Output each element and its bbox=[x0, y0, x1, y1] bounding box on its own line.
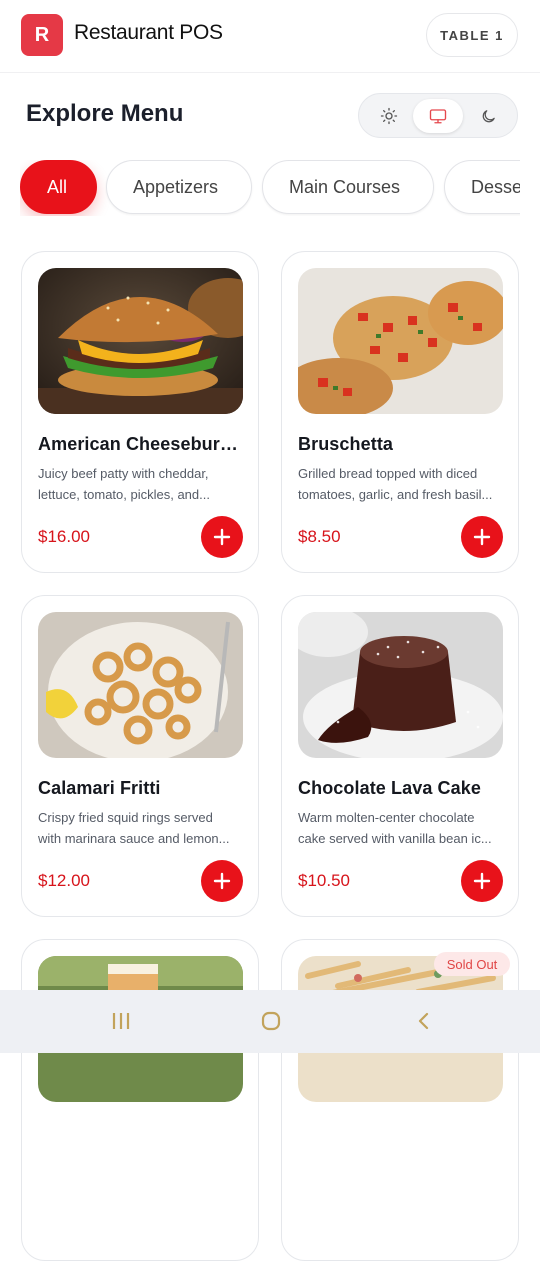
theme-light-button[interactable] bbox=[364, 99, 414, 133]
category-appetizers[interactable]: Appetizers bbox=[106, 160, 252, 214]
dish-image bbox=[38, 268, 243, 414]
dish-description: Crispy fried squid rings served with mari… bbox=[38, 810, 230, 846]
dish-name: American Cheeseburger bbox=[38, 434, 248, 454]
app-logo: R bbox=[21, 14, 63, 56]
theme-switcher bbox=[358, 93, 518, 138]
menu-card[interactable]: Calamari Fritti Crispy fried squid rings… bbox=[21, 595, 259, 917]
add-to-order-button[interactable] bbox=[201, 860, 243, 902]
dish-description: Juicy beef patty with cheddar, lettuce, t… bbox=[38, 466, 210, 502]
menu-card[interactable]: Bruschetta Grilled bread topped with dic… bbox=[281, 251, 519, 573]
plus-icon bbox=[473, 872, 491, 890]
dish-image bbox=[298, 612, 503, 758]
theme-system-button[interactable] bbox=[413, 99, 463, 133]
sun-icon bbox=[380, 107, 398, 125]
add-to-order-button[interactable] bbox=[461, 860, 503, 902]
dish-description: Warm molten-center chocolate cake served … bbox=[298, 810, 492, 846]
category-all[interactable]: All bbox=[20, 160, 97, 214]
add-to-order-button[interactable] bbox=[201, 516, 243, 558]
menu-card[interactable]: Sold Out bbox=[281, 939, 519, 1261]
page-title: Explore Menu bbox=[26, 100, 184, 127]
dish-name: Bruschetta bbox=[298, 434, 394, 454]
menu-card[interactable]: Chocolate Lava Cake Warm molten-center c… bbox=[281, 595, 519, 917]
plus-icon bbox=[213, 528, 231, 546]
dish-price: $12.00 bbox=[38, 871, 90, 890]
menu-card[interactable] bbox=[21, 939, 259, 1261]
menu-card[interactable]: American Cheeseburger Juicy beef patty w… bbox=[21, 251, 259, 573]
dish-image bbox=[38, 612, 243, 758]
recent-apps-icon bbox=[112, 1013, 130, 1029]
home-icon bbox=[261, 1011, 281, 1031]
dish-price: $10.50 bbox=[298, 871, 350, 890]
category-tabs: All Appetizers Main Courses Desserts bbox=[20, 160, 520, 216]
category-main-courses[interactable]: Main Courses bbox=[262, 160, 434, 214]
monitor-icon bbox=[429, 109, 447, 124]
app-header: R Restaurant POS TABLE 1 bbox=[0, 0, 540, 73]
table-indicator[interactable]: TABLE 1 bbox=[426, 13, 518, 57]
dish-price: $8.50 bbox=[298, 527, 341, 546]
app-title: Restaurant POS bbox=[74, 21, 223, 44]
dish-price: $16.00 bbox=[38, 527, 90, 546]
moon-icon bbox=[482, 109, 495, 122]
recent-apps-button[interactable] bbox=[99, 1004, 143, 1038]
back-button[interactable] bbox=[402, 1004, 446, 1038]
home-button[interactable] bbox=[249, 1004, 293, 1038]
dish-name: Calamari Fritti bbox=[38, 778, 161, 798]
add-to-order-button[interactable] bbox=[461, 516, 503, 558]
plus-icon bbox=[473, 528, 491, 546]
dish-name: Chocolate Lava Cake bbox=[298, 778, 481, 798]
category-desserts[interactable]: Desserts bbox=[444, 160, 520, 214]
dish-image bbox=[298, 268, 503, 414]
plus-icon bbox=[213, 872, 231, 890]
chevron-left-icon bbox=[418, 1012, 429, 1030]
dish-description: Grilled bread topped with diced tomatoes,… bbox=[298, 466, 493, 502]
system-navigation-bar bbox=[0, 990, 540, 1053]
theme-dark-button[interactable] bbox=[463, 99, 513, 133]
sold-out-badge: Sold Out bbox=[434, 952, 510, 976]
